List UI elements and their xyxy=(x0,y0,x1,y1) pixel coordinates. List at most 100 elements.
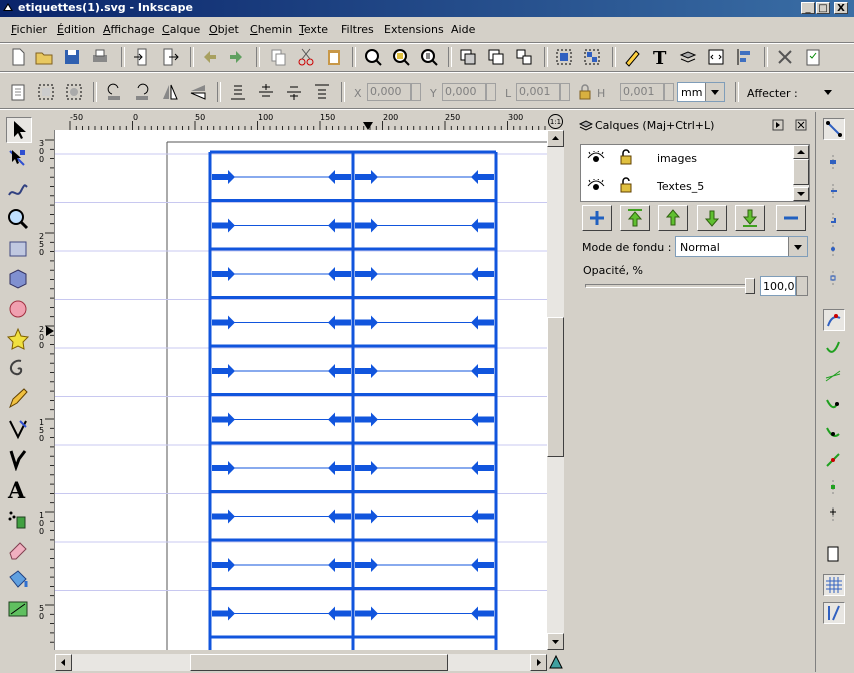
fill-stroke-icon[interactable] xyxy=(622,47,642,67)
zoom-drawing-icon[interactable] xyxy=(391,47,411,67)
x-spinner[interactable] xyxy=(411,83,421,101)
opacity-slider-track[interactable] xyxy=(585,284,755,288)
panel-close-icon[interactable] xyxy=(795,119,807,131)
color-picker-icon[interactable] xyxy=(548,654,564,670)
snap-rotation-center-button[interactable] xyxy=(823,504,845,526)
y-spinner[interactable] xyxy=(486,83,496,101)
menu-chemin[interactable]: Chemin xyxy=(250,23,292,36)
raise-to-top-icon[interactable] xyxy=(312,82,332,102)
layers-scrollbar[interactable] xyxy=(793,145,809,201)
layers-icon[interactable] xyxy=(678,47,698,67)
layer-to-top-button[interactable] xyxy=(620,205,650,231)
snap-toggle[interactable] xyxy=(823,118,845,140)
scroll-thumb[interactable] xyxy=(793,159,809,185)
align-distribute-icon[interactable] xyxy=(734,47,754,67)
menu-edition[interactable]: Édition xyxy=(57,23,95,36)
snap-bbox-center-button[interactable] xyxy=(823,268,845,290)
pencil-tool[interactable] xyxy=(6,387,32,413)
zoom-page-icon[interactable] xyxy=(419,47,439,67)
ellipse-tool[interactable] xyxy=(6,297,32,323)
menu-calque[interactable]: Calque xyxy=(162,23,200,36)
height-input[interactable]: 0,001 xyxy=(620,83,664,101)
horizontal-ruler[interactable]: -50 0 50 100 150 200 250 300 xyxy=(55,113,547,131)
lower-layer-button[interactable] xyxy=(697,205,727,231)
cut-icon[interactable] xyxy=(296,47,316,67)
rotate-ccw-icon[interactable] xyxy=(104,82,124,102)
vertical-scrollbar[interactable] xyxy=(547,130,564,650)
flip-horizontal-icon[interactable] xyxy=(160,82,180,102)
export-icon[interactable] xyxy=(160,47,180,67)
opacity-slider-thumb[interactable] xyxy=(745,278,755,294)
scroll-down-button[interactable] xyxy=(547,633,564,650)
y-input[interactable]: 0,000 xyxy=(442,83,486,101)
unit-dropdown-button[interactable] xyxy=(705,83,724,101)
snap-cusp-nodes-button[interactable] xyxy=(823,394,845,416)
close-button[interactable]: X xyxy=(834,2,848,14)
raise-icon[interactable] xyxy=(256,82,276,102)
calligraphy-tool[interactable] xyxy=(6,447,32,473)
open-folder-icon[interactable] xyxy=(34,47,54,67)
select-all-icon[interactable] xyxy=(8,82,28,102)
add-layer-button[interactable] xyxy=(582,205,612,231)
menu-objet[interactable]: Objet xyxy=(209,23,239,36)
text-tool[interactable]: A xyxy=(6,477,32,504)
unit-select[interactable]: mm xyxy=(677,82,725,102)
new-document-icon[interactable] xyxy=(8,47,28,67)
blend-mode-select[interactable]: Normal xyxy=(675,236,808,257)
lower-to-bottom-icon[interactable] xyxy=(228,82,248,102)
save-icon[interactable] xyxy=(62,47,82,67)
snap-guides-toggle[interactable] xyxy=(823,602,845,624)
text-font-icon[interactable]: T xyxy=(650,47,670,67)
layer-name[interactable]: Textes_5 xyxy=(657,180,704,193)
snap-paths-button[interactable] xyxy=(823,338,845,360)
select-all-layers-icon[interactable] xyxy=(36,82,56,102)
width-input[interactable]: 0,001 xyxy=(516,83,560,101)
snap-bbox-midpoints-button[interactable] xyxy=(823,239,845,261)
scroll-thumb[interactable] xyxy=(547,317,564,457)
snap-smooth-nodes-button[interactable] xyxy=(823,422,845,444)
menu-affichage[interactable]: Affichage xyxy=(103,23,155,36)
eye-visible-icon[interactable] xyxy=(587,179,605,193)
snap-page-border-button[interactable] xyxy=(823,544,845,566)
layer-to-bottom-button[interactable] xyxy=(735,205,765,231)
rectangle-tool[interactable] xyxy=(6,237,32,263)
redo-icon[interactable] xyxy=(226,47,246,67)
layers-list[interactable]: images Textes_5 xyxy=(580,144,810,202)
menu-texte[interactable]: Texte xyxy=(299,23,328,36)
maximize-button[interactable]: □ xyxy=(816,2,830,14)
scroll-up-button[interactable] xyxy=(793,145,809,159)
snap-line-midpoints-button[interactable] xyxy=(823,450,845,472)
snap-bbox-edges-button[interactable] xyxy=(823,181,845,203)
list-item[interactable]: Textes_5 xyxy=(581,175,791,201)
undo-icon[interactable] xyxy=(200,47,220,67)
ungroup-icon[interactable] xyxy=(582,47,602,67)
snap-bbox-button[interactable] xyxy=(823,152,845,174)
pen-tool[interactable] xyxy=(6,417,32,443)
import-icon[interactable] xyxy=(132,47,152,67)
lower-icon[interactable] xyxy=(284,82,304,102)
lock-open-icon[interactable] xyxy=(619,177,633,193)
spray-tool[interactable] xyxy=(6,507,32,533)
panel-iconify-icon[interactable] xyxy=(772,119,784,131)
tweak-tool[interactable] xyxy=(6,177,32,203)
select-tool[interactable] xyxy=(6,117,32,143)
snap-object-center-button[interactable] xyxy=(823,477,845,499)
flip-vertical-icon[interactable] xyxy=(188,82,208,102)
zoom-corner[interactable]: 1:1 xyxy=(547,114,564,130)
opacity-spinner[interactable] xyxy=(796,276,808,296)
node-tool[interactable] xyxy=(6,147,32,173)
scroll-down-button[interactable] xyxy=(793,187,809,201)
x-input[interactable]: 0,000 xyxy=(367,83,411,101)
snap-intersections-button[interactable] xyxy=(823,366,845,388)
eraser-tool[interactable] xyxy=(6,537,32,563)
star-tool[interactable] xyxy=(6,327,32,353)
rotate-cw-icon[interactable] xyxy=(132,82,152,102)
copy-icon[interactable] xyxy=(268,47,288,67)
clone-icon[interactable] xyxy=(486,47,506,67)
blend-dropdown-button[interactable] xyxy=(788,237,807,256)
width-spinner[interactable] xyxy=(560,83,570,101)
unlink-clone-icon[interactable] xyxy=(514,47,534,67)
layer-name[interactable]: images xyxy=(657,152,697,165)
snap-nodes-toggle[interactable] xyxy=(823,309,845,331)
zoom-selection-icon[interactable] xyxy=(363,47,383,67)
